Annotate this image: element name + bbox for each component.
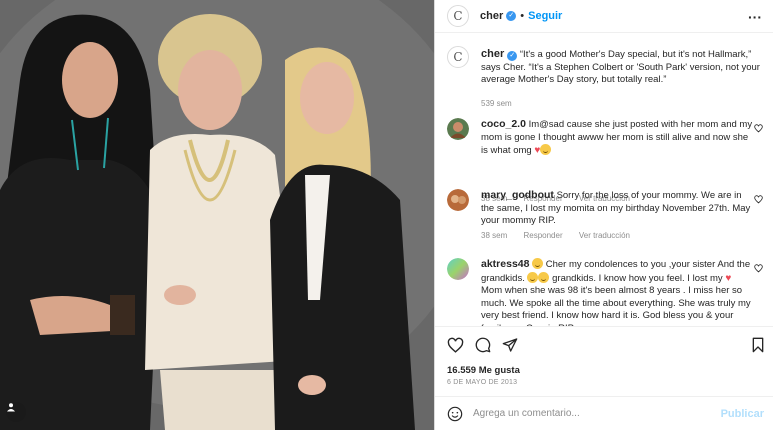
- bookmark-icon[interactable]: [751, 337, 765, 353]
- more-options-icon[interactable]: ···: [748, 9, 762, 25]
- cher-logo-icon[interactable]: C: [447, 5, 469, 27]
- comment-body: aktress48 Cher my condolences to you ,yo…: [481, 258, 753, 326]
- heart-icon[interactable]: [447, 337, 464, 354]
- post-date: 6 DE MAYO DE 2013: [447, 379, 518, 386]
- comment-text-part-3: Mom when she was 98 it's been almost 8 y…: [481, 285, 751, 326]
- verified-badge-icon: ✓: [507, 51, 518, 61]
- verified-badge-icon: ✓: [506, 11, 517, 21]
- post-image: [0, 0, 434, 430]
- comment-time: 38 sem: [481, 231, 508, 240]
- caption-body: cher ✓ “It's a good Mother's Day special,…: [481, 48, 771, 87]
- caption-username[interactable]: cher: [481, 48, 504, 60]
- likes-number: 16.559: [447, 365, 477, 376]
- sad-emoji: [540, 144, 552, 155]
- caption-time: 539 sem: [481, 99, 512, 108]
- comment-like-icon[interactable]: [754, 264, 763, 273]
- comment-icon[interactable]: [475, 337, 491, 353]
- publish-button[interactable]: Publicar: [721, 408, 764, 420]
- comment-username[interactable]: coco_2.0: [481, 118, 526, 130]
- sad-emoji: [532, 258, 544, 269]
- comment-body: mary_godbout Sorry for the loss of your …: [481, 189, 753, 228]
- add-comment-bar: Publicar: [435, 396, 773, 430]
- commenter-avatar[interactable]: [447, 258, 469, 280]
- sad-emoji: [538, 271, 550, 283]
- comment-username[interactable]: aktress48: [481, 258, 529, 270]
- emoji-icon[interactable]: [447, 406, 463, 422]
- reply-button[interactable]: Responder: [523, 231, 562, 240]
- comment-text-part-2: grandkids. I know how you feel. I lost m…: [552, 272, 723, 284]
- comment-input[interactable]: [473, 408, 693, 419]
- header-username[interactable]: cher: [480, 10, 503, 22]
- likes-count[interactable]: 16.559 Me gusta: [447, 365, 520, 376]
- comment-like-icon[interactable]: [754, 195, 763, 204]
- share-icon[interactable]: [502, 337, 518, 353]
- post-actions: [435, 326, 773, 362]
- caption-avatar[interactable]: C: [447, 46, 469, 68]
- comment-username[interactable]: mary_godbout: [481, 189, 554, 201]
- separator: •: [520, 10, 525, 22]
- sad-emoji: [527, 271, 539, 283]
- comment-like-icon[interactable]: [754, 124, 763, 133]
- comment-body: coco_2.0 Im@sad cause she just posted wi…: [481, 118, 753, 158]
- user-tag-icon[interactable]: [6, 402, 26, 422]
- post-sidebar: C cher ✓ • Seguir ··· C cher ✓ “It's a go…: [434, 0, 773, 430]
- commenter-avatar[interactable]: [447, 189, 469, 211]
- translate-button[interactable]: Ver traducción: [579, 231, 630, 240]
- comments-section[interactable]: C cher ✓ “It's a good Mother's Day specia…: [435, 34, 773, 326]
- post-header: C cher ✓ • Seguir ···: [435, 0, 773, 33]
- caption-text: “It's a good Mother's Day special, but i…: [481, 49, 760, 85]
- follow-button[interactable]: Seguir: [528, 10, 562, 22]
- red-heart-emoji: ♥: [725, 272, 732, 284]
- likes-label: Me gusta: [478, 365, 520, 376]
- comment-meta: 38 sem Responder Ver traducción: [481, 231, 644, 240]
- post-photo[interactable]: [0, 0, 434, 430]
- commenter-avatar[interactable]: [447, 118, 469, 140]
